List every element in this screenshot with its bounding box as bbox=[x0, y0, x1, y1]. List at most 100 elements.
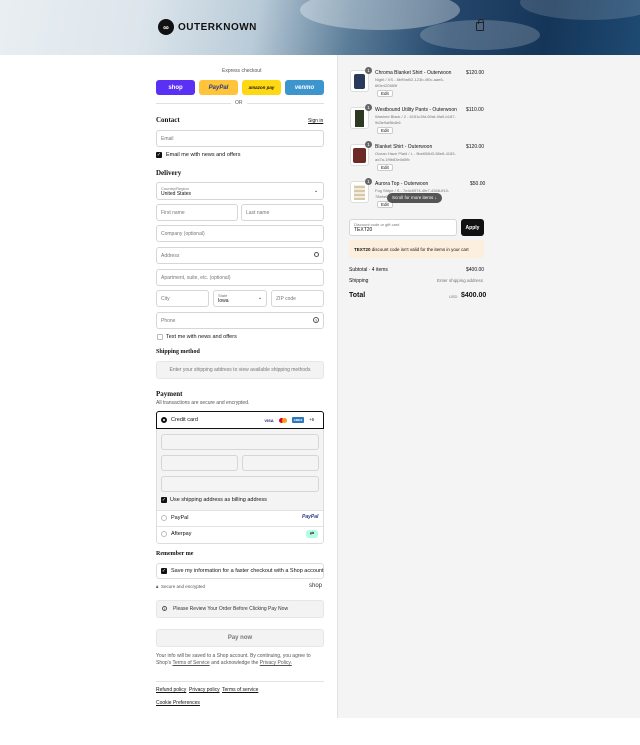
save-info-checkbox[interactable]: ✓ bbox=[161, 568, 167, 574]
sign-in-link[interactable]: Sign in bbox=[308, 118, 323, 124]
amazon-pay-button[interactable]: amazon pay bbox=[242, 80, 281, 95]
first-name-input[interactable]: First name bbox=[156, 204, 238, 221]
scroll-hint-text: Scroll for more items bbox=[392, 195, 434, 200]
address-input[interactable]: Address bbox=[156, 247, 324, 264]
paypal-radio[interactable] bbox=[161, 515, 167, 521]
credit-card-radio[interactable] bbox=[161, 417, 167, 423]
edit-item-button[interactable]: Edit bbox=[377, 90, 393, 97]
wave-decoration bbox=[520, 0, 640, 20]
legal-text: Your info will be saved to a Shop accoun… bbox=[156, 653, 324, 667]
zip-input[interactable]: ZIP code bbox=[271, 290, 324, 307]
edit-item-button[interactable]: Edit bbox=[377, 127, 393, 134]
email-input[interactable]: Email bbox=[156, 130, 324, 147]
brand-logo[interactable]: ∞ OUTERKNOWN bbox=[158, 19, 257, 35]
visa-icon: VISA bbox=[264, 417, 274, 423]
discount-code-input[interactable]: Discount code or gift card TEXT20 bbox=[349, 219, 457, 236]
or-separator: OR bbox=[235, 100, 243, 106]
shop-logo: shop bbox=[309, 583, 323, 589]
email-offers-checkbox[interactable]: ✓ bbox=[156, 152, 162, 158]
mastercard-icon bbox=[278, 417, 288, 423]
item-price: $110.00 bbox=[466, 107, 484, 113]
refund-policy-link[interactable]: Refund policy bbox=[156, 687, 186, 693]
quantity-badge: 1 bbox=[365, 141, 372, 148]
discount-value: TEXT20 bbox=[354, 227, 373, 233]
venmo-button[interactable]: venmo bbox=[285, 80, 324, 95]
shipping-method-heading: Shipping method bbox=[156, 349, 200, 355]
item-variant: 6f0e420589f bbox=[375, 83, 398, 88]
city-input[interactable]: City bbox=[156, 290, 209, 307]
edit-item-button[interactable]: Edit bbox=[377, 164, 393, 171]
chevron-down-icon: ⌄ bbox=[314, 188, 319, 194]
privacy-link[interactable]: Privacy Policy. bbox=[260, 660, 292, 666]
terms-link[interactable]: Terms of Service bbox=[172, 660, 209, 666]
lock-icon: 🔒︎ bbox=[156, 584, 159, 589]
item-price: $50.00 bbox=[470, 181, 486, 187]
total-value: $400.00 bbox=[461, 292, 487, 299]
name-on-card-input[interactable] bbox=[161, 476, 319, 492]
text-offers-label: Text me with news and offers bbox=[166, 334, 237, 340]
company-input[interactable]: Company (optional) bbox=[156, 225, 324, 242]
express-checkout-label: Express checkout bbox=[222, 68, 262, 74]
contact-heading: Contact bbox=[156, 116, 180, 124]
arrow-down-icon: ↓ bbox=[434, 195, 437, 200]
country-select[interactable]: Country/Region United States bbox=[156, 182, 324, 200]
chevron-down-icon: ⌄ bbox=[258, 295, 263, 301]
item-variant: Washed Black / 2 - 6151c3fd-69af-4fa9-b1… bbox=[375, 114, 456, 119]
item-name: Blanket Shirt - Outerwoon bbox=[375, 144, 433, 150]
apply-discount-button[interactable]: Apply bbox=[461, 219, 484, 236]
billing-same-checkbox[interactable]: ✓ bbox=[161, 497, 167, 503]
last-name-input[interactable]: Last name bbox=[241, 204, 324, 221]
afterpay-icon: ⇄ bbox=[306, 530, 318, 538]
header-banner: ∞ OUTERKNOWN bbox=[0, 0, 640, 55]
divider bbox=[156, 681, 324, 682]
country-value: United States bbox=[161, 190, 192, 197]
item-variant: ad7a-1f9b83e0d5fb bbox=[375, 157, 410, 162]
afterpay-radio[interactable] bbox=[161, 531, 167, 537]
billing-same-label: Use shipping address as billing address bbox=[170, 497, 267, 503]
scroll-hint-pill[interactable]: Scroll for more items ↓ bbox=[387, 193, 442, 203]
discount-error: TEXT20 discount code isn't valid for the… bbox=[349, 240, 484, 258]
text-offers-checkbox[interactable] bbox=[157, 334, 163, 340]
info-icon: i bbox=[162, 606, 167, 611]
total-label: Total bbox=[349, 292, 366, 299]
terms-of-service-link[interactable]: Terms of service bbox=[222, 687, 258, 693]
shopping-bag-icon[interactable] bbox=[476, 19, 484, 31]
divider bbox=[247, 103, 324, 104]
shipping-value: Enter shipping address bbox=[437, 278, 484, 283]
more-cards-badge: +6 bbox=[309, 417, 315, 422]
apartment-input[interactable]: Apartment, suite, etc. (optional) bbox=[156, 269, 324, 286]
cookie-preferences-link[interactable]: Cookie Preferences bbox=[156, 700, 200, 706]
shop-pay-button[interactable]: shop bbox=[156, 80, 195, 95]
state-value: Iowa bbox=[218, 298, 229, 304]
divider bbox=[157, 526, 323, 527]
quantity-badge: 1 bbox=[365, 67, 372, 74]
paypal-express-button[interactable]: PayPal bbox=[199, 80, 238, 95]
paypal-option-label[interactable]: PayPal bbox=[171, 515, 188, 521]
subtotal-label: Subtotal · 4 items bbox=[349, 267, 388, 273]
remember-me-heading: Remember me bbox=[156, 551, 194, 557]
card-number-input[interactable] bbox=[161, 434, 319, 450]
pay-now-button[interactable]: Pay now bbox=[156, 629, 324, 647]
save-info-label: Save my information for a faster checkou… bbox=[171, 568, 324, 574]
phone-input[interactable]: Phone bbox=[156, 312, 324, 329]
expiry-input[interactable] bbox=[161, 455, 238, 471]
subtotal-value: $400.00 bbox=[466, 267, 485, 273]
amex-icon: AMEX bbox=[292, 417, 304, 423]
shipping-label: Shipping bbox=[349, 278, 369, 284]
item-variant: Ocean Haze Plaid / L - 9be658d3-58e8-418… bbox=[375, 151, 456, 156]
legal-and: and acknowledge the bbox=[211, 660, 259, 666]
item-name: Aurora Top - Outerwoon bbox=[375, 181, 429, 187]
quantity-badge: 1 bbox=[365, 104, 372, 111]
item-name: Westbound Utility Pants - Outerwoon bbox=[375, 107, 457, 113]
security-code-input[interactable] bbox=[242, 455, 319, 471]
paypal-logo: PayPal bbox=[302, 514, 319, 520]
secure-label: Secure and encrypted bbox=[161, 584, 206, 589]
discount-error-text: discount code isn't valid for the items … bbox=[371, 247, 469, 252]
item-name: Chroma Blanket Shirt - Outerwoon bbox=[375, 70, 452, 76]
discount-error-code: TEXT20 bbox=[354, 247, 371, 252]
afterpay-option-label[interactable]: Afterpay bbox=[171, 531, 191, 537]
privacy-policy-link[interactable]: Privacy policy bbox=[189, 687, 220, 693]
delivery-heading: Delivery bbox=[156, 169, 182, 177]
quantity-badge: 1 bbox=[365, 178, 372, 185]
help-icon[interactable]: ? bbox=[313, 317, 319, 323]
